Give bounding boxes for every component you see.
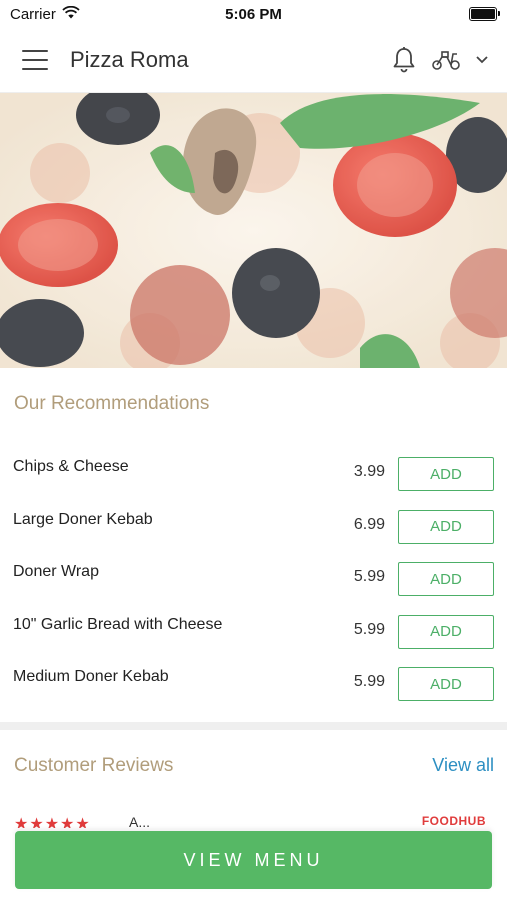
item-price: 6.99 bbox=[353, 515, 385, 533]
battery-icon bbox=[469, 7, 500, 21]
item-price: 5.99 bbox=[353, 568, 385, 585]
section-divider bbox=[0, 722, 507, 730]
app-title: Pizza Roma bbox=[70, 47, 189, 72]
item-price: 5.99 bbox=[353, 673, 385, 690]
header-actions bbox=[391, 46, 489, 74]
hero-image bbox=[0, 93, 507, 368]
item-price: 3.99 bbox=[353, 463, 385, 480]
reviews-title: Customer Reviews bbox=[14, 755, 174, 776]
recommendations-title: Our Recommendations bbox=[14, 393, 210, 414]
list-item: Large Doner Kebab 6.99 ADD bbox=[0, 501, 507, 554]
list-item: Medium Doner Kebab 5.99 ADD bbox=[0, 658, 507, 711]
status-bar: Carrier 5:06 PM bbox=[0, 0, 507, 28]
menu-icon[interactable] bbox=[22, 50, 48, 70]
item-name: Medium Doner Kebab bbox=[13, 668, 169, 685]
item-name: Large Doner Kebab bbox=[13, 510, 153, 528]
pizza-photo bbox=[0, 93, 507, 368]
list-item: Chips & Cheese 3.99 ADD bbox=[0, 448, 507, 501]
add-button[interactable]: ADD bbox=[398, 614, 494, 649]
app-header: Pizza Roma bbox=[0, 28, 507, 93]
star-rating: ★★★★★ bbox=[14, 816, 91, 828]
add-button[interactable]: ADD bbox=[398, 509, 494, 544]
view-menu-button[interactable]: VIEW MENU bbox=[15, 831, 492, 889]
item-name: Doner Wrap bbox=[13, 563, 99, 580]
item-name: Chips & Cheese bbox=[13, 458, 129, 475]
review-source-logo: FOODHUB bbox=[421, 814, 486, 828]
add-button[interactable]: ADD bbox=[398, 667, 494, 701]
list-item: Doner Wrap 5.99 ADD bbox=[0, 553, 507, 606]
status-time: 5:06 PM bbox=[225, 5, 282, 23]
add-button[interactable]: ADD bbox=[398, 562, 494, 596]
reviewer-name: A... bbox=[129, 814, 151, 828]
item-price: 5.99 bbox=[353, 620, 385, 638]
add-button[interactable]: ADD bbox=[398, 457, 494, 491]
review-preview: ★★★★★ A... FOODHUB bbox=[14, 814, 494, 828]
list-item: 10" Garlic Bread with Cheese 5.99 ADD bbox=[0, 606, 507, 659]
view-all-link[interactable]: View all bbox=[432, 755, 494, 776]
item-name: 10" Garlic Bread with Cheese bbox=[13, 615, 223, 633]
bell-icon[interactable] bbox=[391, 46, 417, 74]
chevron-down-icon[interactable] bbox=[475, 55, 489, 65]
recommendations-list: Chips & Cheese 3.99 ADD Large Doner Keba… bbox=[0, 448, 507, 711]
delivery-scooter-icon[interactable] bbox=[431, 49, 461, 71]
